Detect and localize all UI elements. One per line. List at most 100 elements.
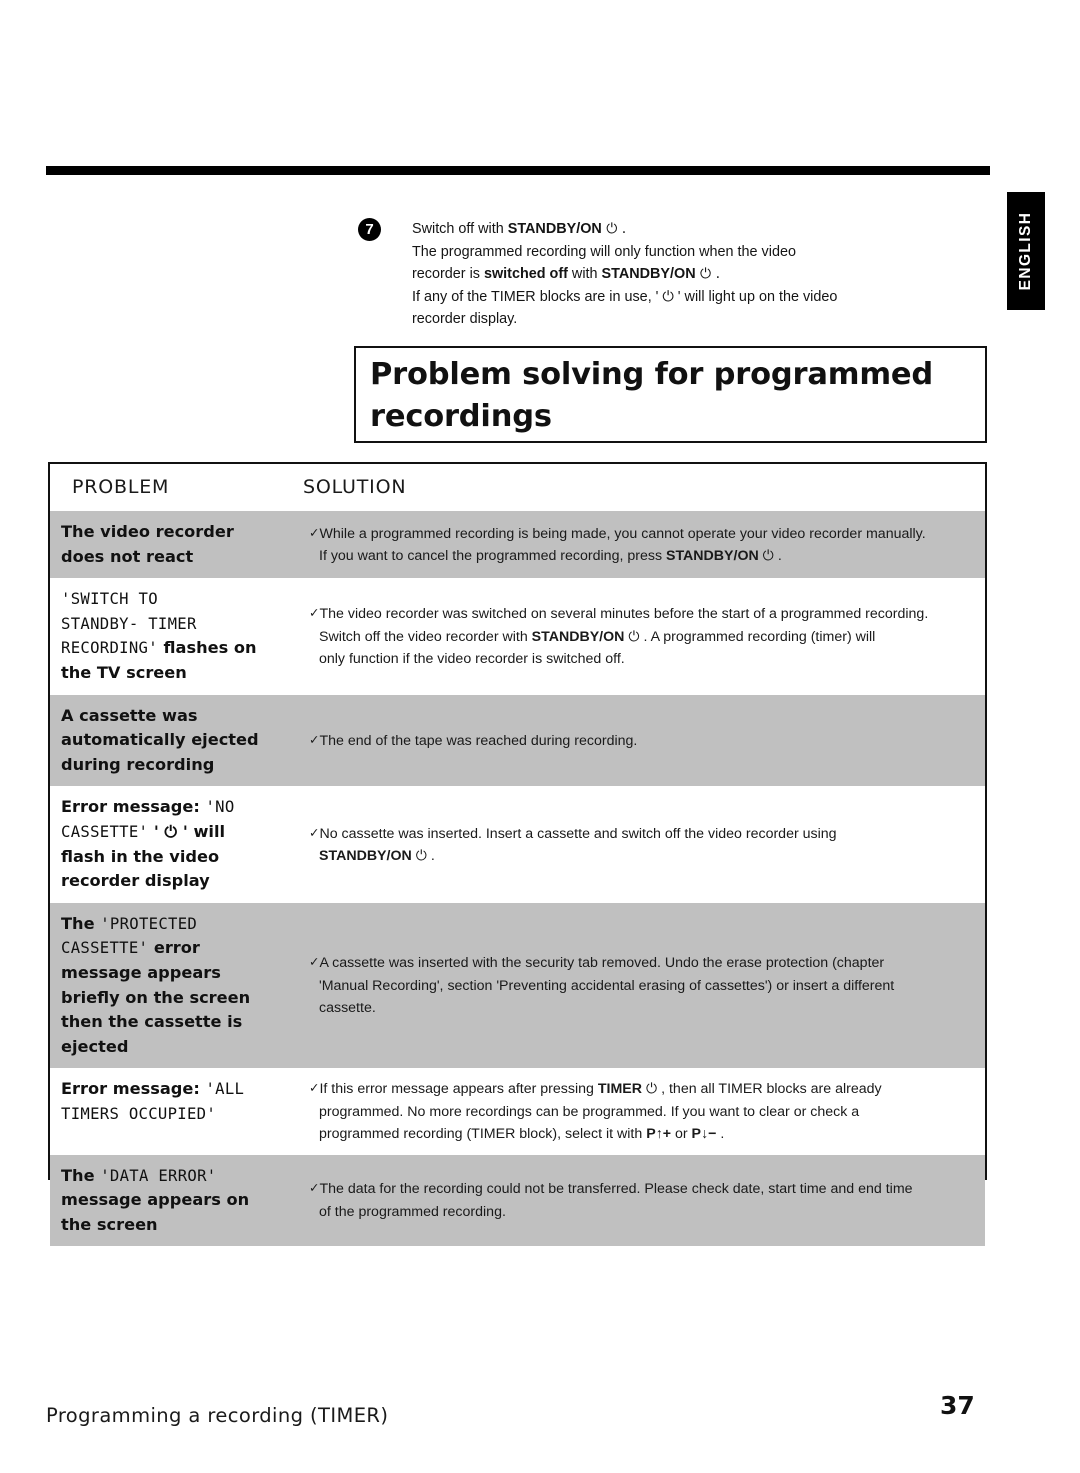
problem-line: ejected: [61, 1035, 295, 1060]
problem-text: A cassette was: [61, 705, 198, 725]
solution-cell: ✓A cassette was inserted with the securi…: [303, 903, 985, 1069]
step-number-badge: 7: [358, 218, 381, 241]
problem-text: The: [61, 1165, 101, 1185]
problem-line: A cassette was: [61, 704, 295, 729]
solution-text: programmed. No more recordings can be pr…: [319, 1103, 860, 1120]
solution-text: cassette.: [319, 1000, 376, 1017]
problem-screen-text: 'ALL: [205, 1080, 245, 1099]
problem-line: message appears: [61, 961, 295, 986]
page-title-line2: recordings: [370, 399, 552, 434]
checkmark-icon: ✓: [309, 1180, 320, 1196]
table-row: Error message: 'ALL TIMERS OCCUPIED' ✓If t…: [50, 1068, 985, 1155]
problem-text: the TV screen: [61, 662, 187, 682]
problem-text: Error message:: [61, 1079, 206, 1099]
language-tab-label: ENGLISH: [1017, 211, 1034, 291]
solution-line: ✓If this error message appears after pre…: [309, 1077, 973, 1100]
solution-cell: ✓The data for the recording could not be…: [303, 1155, 985, 1247]
solution-line: ✓The video recorder was switched on seve…: [309, 602, 973, 625]
problem-line: automatically ejected: [61, 728, 295, 753]
table-row: The 'DATA ERROR' message appears on the sc…: [50, 1154, 985, 1247]
problem-screen-text: 'DATA ERROR': [100, 1166, 217, 1185]
solution-text: The video recorder was switched on sever…: [319, 606, 929, 623]
table-row: The video recorder does not react ✓While a…: [50, 511, 985, 579]
solution-text: ⏻ . A programmed recording (timer) will: [624, 628, 876, 645]
table-body: The video recorder does not react ✓While a…: [50, 511, 985, 1247]
problem-line: the screen: [61, 1213, 295, 1238]
step-line2: The programmed recording will only funct…: [412, 243, 796, 260]
problem-text: then the cassette is: [61, 1012, 243, 1032]
checkmark-icon: ✓: [309, 824, 320, 840]
table-row: The 'PROTECTED CASSETTE' error message app…: [50, 902, 985, 1069]
page-title: Problem solving for programmed recording…: [370, 354, 950, 438]
solution-keyword: P↓−: [691, 1126, 717, 1143]
problem-cell: Error message: 'ALL TIMERS OCCUPIED': [50, 1068, 303, 1154]
problem-screen-text: 'SWITCH TO: [61, 590, 158, 609]
solution-line: only function if the video recorder is s…: [309, 648, 973, 670]
solution-line: ✓While a programmed recording is being m…: [309, 522, 973, 545]
problem-cell: The video recorder does not react: [50, 511, 303, 578]
problem-line: recorder display: [61, 869, 295, 894]
solution-text: No cassette was inserted. Insert a casse…: [319, 825, 837, 842]
problem-text: flashes on: [157, 638, 257, 658]
standby-on-keyword: STANDBY/ON: [507, 221, 602, 237]
solution-text: If this error message appears after pres…: [319, 1081, 598, 1098]
problem-text: ejected: [61, 1036, 129, 1056]
problem-line: then the cassette is: [61, 1010, 295, 1035]
problem-line: Error message: 'ALL: [61, 1077, 295, 1102]
problem-screen-text: 'PROTECTED: [100, 914, 198, 933]
problem-screen-text: CASSETTE': [61, 822, 149, 841]
page-title-line1: Problem solving for programmed: [370, 357, 934, 392]
problem-screen-text: RECORDING': [61, 639, 158, 658]
column-header-solution: SOLUTION: [303, 476, 407, 498]
problem-text: automatically ejected: [61, 730, 259, 750]
solution-line: programmed recording (TIMER block), sele…: [309, 1123, 973, 1145]
solution-keyword: STANDBY/ON: [665, 548, 759, 565]
problem-text: flash in the video: [61, 846, 220, 866]
checkmark-icon: ✓: [309, 1080, 320, 1096]
problem-text: the screen: [61, 1214, 158, 1234]
solution-line: 'Manual Recording', section 'Preventing …: [309, 975, 973, 997]
solution-line: cassette.: [309, 997, 973, 1019]
table-header-row: PROBLEM SOLUTION: [50, 464, 985, 511]
solution-cell: ✓The video recorder was switched on seve…: [303, 578, 985, 694]
problem-screen-text: TIMERS OCCUPIED': [61, 1104, 217, 1123]
solution-line: ✓A cassette was inserted with the securi…: [309, 951, 973, 974]
problem-line: briefly on the screen: [61, 986, 295, 1011]
problem-line: message appears on: [61, 1188, 295, 1213]
solution-line: ✓The end of the tape was reached during …: [309, 729, 973, 752]
solution-text: 'Manual Recording', section 'Preventing …: [319, 977, 895, 994]
problem-line: CASSETTE' error: [61, 936, 295, 961]
solution-cell: ✓While a programmed recording is being m…: [303, 511, 985, 578]
solution-cell: ✓The end of the tape was reached during …: [303, 695, 985, 787]
problem-line: The 'PROTECTED: [61, 912, 295, 937]
solution-text: Switch off the video recorder with: [319, 628, 532, 645]
solution-keyword: STANDBY/ON: [319, 848, 412, 865]
power-icon: ⏻ .: [695, 266, 721, 283]
step-line1-prefix: Switch off with: [412, 221, 508, 237]
problem-screen-text: 'NO: [205, 798, 235, 817]
problem-cell: The 'PROTECTED CASSETTE' error message app…: [50, 903, 303, 1069]
problem-text: does not react: [61, 546, 194, 566]
section-title-box: Problem solving for programmed recording…: [354, 346, 987, 443]
solution-text: While a programmed recording is being ma…: [319, 525, 926, 542]
standby-on-keyword: STANDBY/ON: [601, 266, 696, 283]
switched-off-keyword: switched off: [483, 266, 568, 283]
solution-line: of the programmed recording.: [309, 1201, 973, 1223]
problem-solution-table: PROBLEM SOLUTION The video recorder does …: [48, 462, 987, 1247]
problem-text: message appears: [61, 962, 221, 982]
language-tab-english: ENGLISH: [1007, 192, 1045, 310]
problem-text: recorder display: [61, 871, 210, 891]
problem-text: The: [61, 913, 101, 933]
problem-screen-text: STANDBY- TIMER: [61, 614, 197, 633]
problem-line: CASSETTE' ' ⏻ ' will: [61, 820, 295, 845]
problem-text: error: [148, 938, 200, 958]
solution-keyword: P↑+: [646, 1126, 672, 1143]
solution-text: .: [716, 1126, 725, 1143]
problem-line: flash in the video: [61, 845, 295, 870]
solution-keyword: TIMER: [597, 1081, 642, 1098]
solution-text: ⏻ .: [758, 548, 782, 565]
problem-line: 'SWITCH TO: [61, 587, 295, 612]
checkmark-icon: ✓: [309, 731, 320, 747]
problem-text: ' ⏻ ' will: [148, 821, 226, 841]
solution-text: or: [671, 1126, 692, 1143]
